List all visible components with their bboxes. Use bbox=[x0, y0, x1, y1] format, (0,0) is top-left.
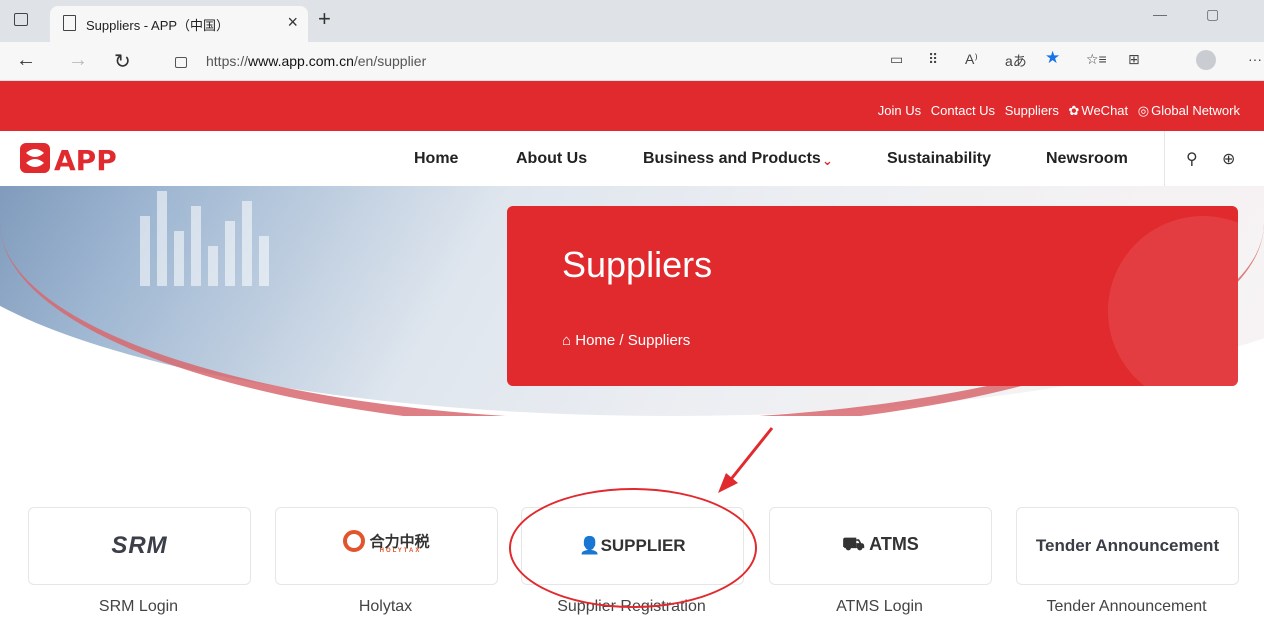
top-links: Join Us Contact Us Suppliers ✿ WeChat ◎ Gl… bbox=[872, 103, 1240, 119]
tender-logo: Tender Announcement bbox=[1035, 536, 1220, 555]
global-network-icon[interactable]: ◎ bbox=[1138, 103, 1149, 118]
favorite-star-icon[interactable]: ★ bbox=[1045, 48, 1060, 68]
decorative-circle bbox=[1108, 216, 1238, 386]
annotation-arrow bbox=[718, 427, 774, 493]
nav-newsroom[interactable]: Newsroom bbox=[1046, 150, 1128, 168]
lock-icon bbox=[175, 57, 187, 68]
read-aloud-icon[interactable]: A⁾ bbox=[965, 51, 978, 68]
nav-business-products[interactable]: Business and Products bbox=[643, 150, 821, 168]
holytax-card[interactable]: 合力中税 HOLYTAX bbox=[275, 507, 498, 585]
nav-about-us[interactable]: About Us bbox=[516, 150, 587, 168]
refresh-icon[interactable]: ↻ bbox=[114, 49, 131, 74]
wechat-icon[interactable]: ✿ bbox=[1069, 103, 1080, 118]
more-icon[interactable]: ··· bbox=[1248, 51, 1262, 67]
search-icon[interactable]: ⚲ bbox=[1186, 149, 1198, 169]
top-utility-bar: Join Us Contact Us Suppliers ✿ WeChat ◎ Gl… bbox=[0, 81, 1264, 131]
browser-tab[interactable]: Suppliers - APP（中国） × bbox=[50, 6, 308, 42]
site-header: APP Home About Us Business and Products … bbox=[0, 131, 1264, 186]
favorites-icon[interactable]: ☆≡ bbox=[1086, 51, 1107, 68]
maximize-button[interactable]: ▢ bbox=[1206, 6, 1219, 23]
tab-actions-icon[interactable] bbox=[14, 13, 28, 26]
srm-login-label[interactable]: SRM Login bbox=[28, 598, 249, 616]
holytax-icon bbox=[343, 530, 366, 552]
chevron-down-icon[interactable]: ⌄ bbox=[822, 153, 833, 169]
profile-icon[interactable] bbox=[1196, 50, 1216, 70]
nav-sustainability[interactable]: Sustainability bbox=[887, 150, 991, 168]
back-icon[interactable]: ← bbox=[16, 49, 36, 72]
collections-icon[interactable]: ⊞ bbox=[1128, 51, 1140, 68]
hero-bars-decoration bbox=[140, 191, 276, 286]
translate-icon[interactable]: aあ bbox=[1005, 51, 1027, 71]
breadcrumb-text[interactable]: Home / Suppliers bbox=[575, 332, 690, 349]
address-bar-row: ← → ↻ https://www.app.com.cn/en/supplier… bbox=[0, 42, 1264, 81]
nav-home[interactable]: Home bbox=[414, 150, 458, 168]
atms-card[interactable]: ⛟ ATMS bbox=[769, 507, 992, 585]
holytax-label[interactable]: Holytax bbox=[275, 598, 496, 616]
logo-text: APP bbox=[54, 144, 117, 175]
suppliers-link[interactable]: Suppliers bbox=[1005, 103, 1059, 118]
contact-us-link[interactable]: Contact Us bbox=[931, 103, 995, 118]
screen-cast-icon[interactable]: ▭ bbox=[890, 51, 903, 68]
globe-icon[interactable]: ⊕ bbox=[1222, 149, 1235, 169]
forward-icon[interactable]: → bbox=[68, 49, 88, 72]
join-us-link[interactable]: Join Us bbox=[878, 103, 921, 118]
tender-card[interactable]: Tender Announcement bbox=[1016, 507, 1239, 585]
minimize-button[interactable]: — bbox=[1153, 6, 1167, 22]
tender-announcement-label[interactable]: Tender Announcement bbox=[1016, 598, 1237, 616]
srm-card[interactable]: SRM bbox=[28, 507, 251, 585]
page-icon bbox=[63, 15, 76, 31]
tab-title: Suppliers - APP（中国） bbox=[86, 18, 230, 33]
url-text: https://www.app.com.cn/en/supplier bbox=[206, 53, 427, 69]
truck-icon: ⛟ bbox=[842, 534, 865, 554]
annotation-ellipse bbox=[509, 488, 757, 608]
home-icon[interactable]: ⌂ bbox=[562, 332, 571, 349]
global-network-link[interactable]: Global Network bbox=[1151, 103, 1240, 118]
hero-title-card: Suppliers ⌂ Home / Suppliers bbox=[507, 206, 1238, 386]
browser-tab-strip: Suppliers - APP（中国） × + — ▢ bbox=[0, 0, 1264, 42]
atms-logo: ⛟ ATMS bbox=[842, 534, 919, 554]
wechat-link[interactable]: WeChat bbox=[1081, 103, 1128, 118]
srm-logo: SRM bbox=[111, 532, 168, 559]
holytax-logo: 合力中税 HOLYTAX bbox=[276, 530, 497, 554]
atms-login-label[interactable]: ATMS Login bbox=[769, 598, 990, 616]
header-divider bbox=[1164, 131, 1165, 186]
apps-icon[interactable]: ⠿ bbox=[928, 51, 938, 68]
new-tab-button[interactable]: + bbox=[318, 6, 331, 32]
site-logo[interactable]: APP bbox=[20, 141, 138, 180]
close-tab-icon[interactable]: × bbox=[287, 12, 298, 33]
breadcrumb: ⌂ Home / Suppliers bbox=[562, 332, 690, 349]
page-title: Suppliers bbox=[562, 244, 713, 285]
